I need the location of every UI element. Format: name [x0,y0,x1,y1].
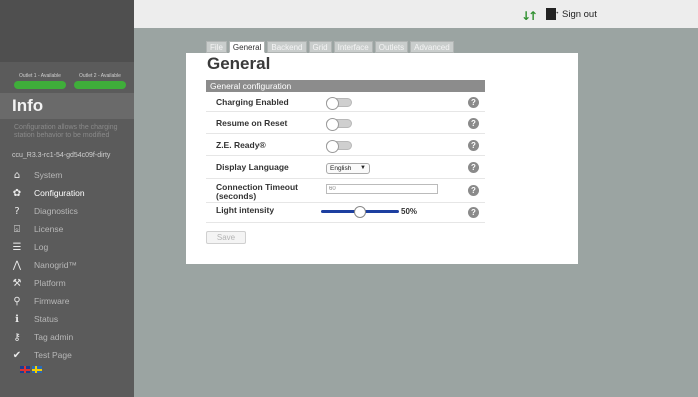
config-tabs: File General Backend Grid Interface Outl… [206,41,454,53]
sidebar-item-label: Nanogrid™ [34,260,77,270]
setting-label: Display Language [216,162,289,172]
setting-label: Z.E. Ready® [216,140,266,150]
setting-label: Light intensity [216,205,275,215]
outlet-status-bar [74,81,126,89]
slider-handle[interactable] [354,206,366,218]
sidebar-item-log[interactable]: ☰ Log [0,238,134,256]
sidebar-item-nanogrid[interactable]: ⋀ Nanogrid™ [0,256,134,274]
tab-file[interactable]: File [206,41,227,53]
sidebar-item-diagnostics[interactable]: ? Diagnostics [0,202,134,220]
page-title: General [207,54,271,73]
check-icon: ✔ [12,349,22,361]
uk-flag-icon[interactable] [20,366,30,373]
tab-backend[interactable]: Backend [267,41,307,53]
home-icon: ⌂ [13,169,21,181]
info-description: Configuration allows the charging statio… [14,124,118,139]
sidebar-item-label: License [34,224,64,234]
help-icon[interactable]: ? [468,118,479,129]
outlet-status-2[interactable]: Outlet 2 - Available [74,73,126,89]
sidebar-item-label: Diagnostics [34,206,78,216]
display-language-select[interactable]: English ▼ [326,163,370,174]
outlet-label: Outlet 1 - Available [19,73,61,79]
tab-general[interactable]: General [228,41,266,53]
wrench-icon: ⚒ [12,277,22,289]
sidebar-item-license[interactable]: ⌺ License [0,220,134,238]
sidebar-item-label: Platform [34,278,66,288]
sidebar-item-label: Firmware [34,296,70,306]
sweden-flag-icon[interactable] [32,366,42,373]
tab-interface[interactable]: Interface [333,41,373,53]
save-button[interactable]: Save [206,231,246,244]
setting-row-charging-enabled: Charging Enabled ? [206,94,485,112]
resume-on-reset-toggle[interactable] [326,118,352,131]
language-flags [20,366,42,373]
outlet-label: Outlet 2 - Available [79,73,121,79]
setting-label: Charging Enabled [216,97,289,107]
setting-row-light-intensity: Light intensity 50% ? [206,204,485,223]
sidebar-item-test-page[interactable]: ✔ Test Page [0,346,134,364]
graph-icon: ⋀ [12,259,22,271]
sidebar-item-firmware[interactable]: ⚲ Firmware [0,292,134,310]
light-intensity-value: 50% [401,207,418,216]
sign-out-icon [546,6,560,20]
sidebar-nav: ⌂ System ✿ Configuration ? Diagnostics ⌺… [0,166,134,364]
setting-label: Connection Timeout (seconds) [216,182,299,201]
key-icon: ⚷ [13,331,21,343]
connection-timeout-input[interactable] [326,184,438,194]
info-icon: ℹ [15,313,19,325]
question-icon: ? [14,205,20,217]
outlet-status-bar [14,81,66,89]
sidebar-item-platform[interactable]: ⚒ Platform [0,274,134,292]
setting-row-resume-on-reset: Resume on Reset ? [206,114,485,134]
up-down-arrows-icon[interactable]: ↓↑ [521,9,538,23]
gear-icon: ✿ [12,187,22,199]
sidebar-item-system[interactable]: ⌂ System [0,166,134,184]
help-icon[interactable]: ? [468,140,479,151]
tab-outlets[interactable]: Outlets [374,41,409,53]
info-title: Info [12,96,44,115]
sign-out-label: Sign out [562,8,597,20]
firmware-version: ccu_R3.3-rc1-54-gd54c09f-dirty [12,152,111,159]
sidebar-item-label: Status [34,314,59,324]
select-value: English [330,165,352,172]
lock-icon: ⌺ [14,223,20,235]
help-icon[interactable]: ? [468,162,479,173]
help-icon[interactable]: ? [468,185,479,196]
sidebar-item-status[interactable]: ℹ Status [0,310,134,328]
sidebar-item-label: Test Page [34,350,72,360]
sidebar-item-label: Log [34,242,49,252]
help-icon[interactable]: ? [468,207,479,218]
sign-out-button[interactable]: Sign out [546,6,597,20]
outlet-status-1[interactable]: Outlet 1 - Available [14,73,66,89]
ze-ready-toggle[interactable] [326,140,352,153]
sidebar-item-configuration[interactable]: ✿ Configuration [0,184,134,202]
list-icon: ☰ [12,241,22,253]
setting-row-display-language: Display Language English ▼ ? [206,158,485,179]
top-bar: ↓↑ Sign out [134,0,698,28]
sidebar-item-label: System [34,170,63,180]
help-icon[interactable]: ? [468,97,479,108]
chip-icon: ⚲ [13,295,21,307]
tab-advanced[interactable]: Advanced [410,41,454,53]
setting-row-ze-ready: Z.E. Ready® ? [206,136,485,156]
charging-enabled-toggle[interactable] [326,97,352,110]
section-title: General configuration [210,81,292,91]
sidebar-header [0,0,134,62]
sidebar-item-label: Tag admin [34,332,74,342]
caret-down-icon: ▼ [360,165,366,171]
setting-row-connection-timeout: Connection Timeout (seconds) ? [206,181,485,203]
setting-label: Resume on Reset [216,118,288,128]
sidebar-item-label: Configuration [34,188,85,198]
sidebar-item-tag-admin[interactable]: ⚷ Tag admin [0,328,134,346]
tab-grid[interactable]: Grid [308,41,332,53]
outlet-status-list: Outlet 1 - Available Outlet 2 - Availabl… [14,73,126,89]
